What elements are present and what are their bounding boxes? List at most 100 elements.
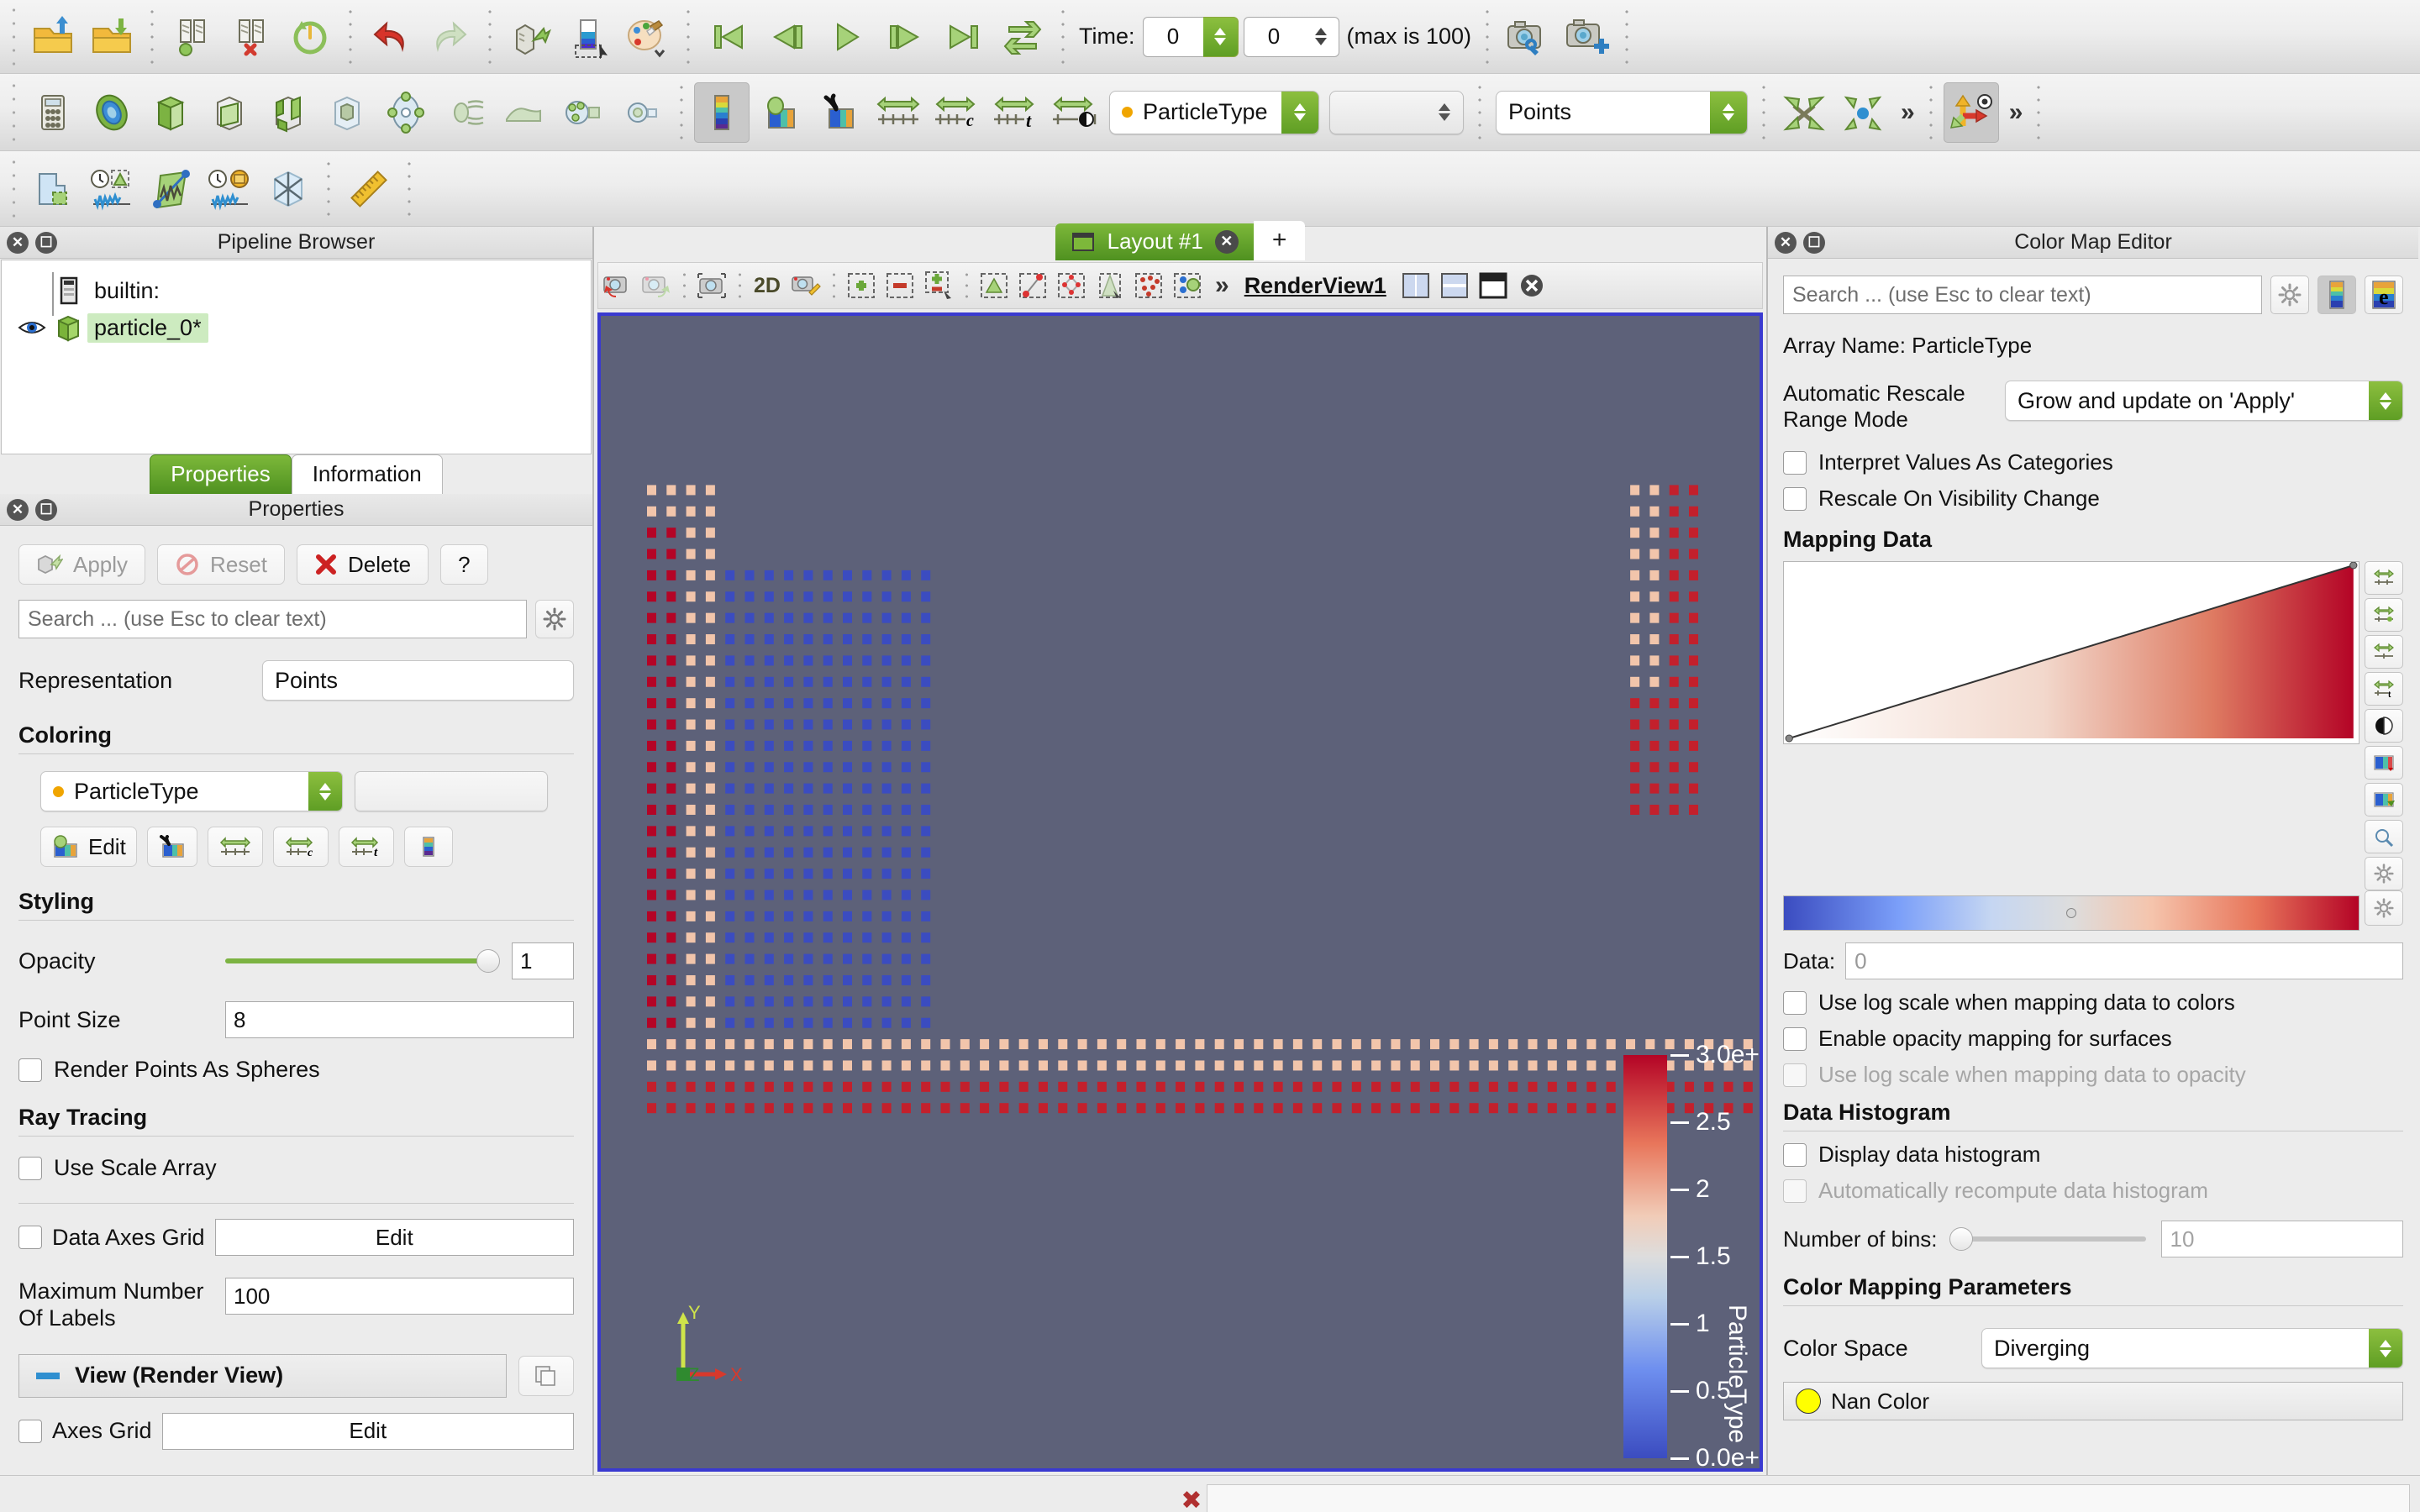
disconnect-server-icon[interactable] bbox=[224, 7, 279, 67]
max-labels-input[interactable]: 100 bbox=[225, 1278, 574, 1315]
rescale-visibility-row[interactable]: Rescale On Visibility Change bbox=[1783, 486, 2403, 512]
interpret-categories-row[interactable]: Interpret Values As Categories bbox=[1783, 449, 2403, 475]
properties-settings-gear-icon[interactable] bbox=[535, 600, 574, 638]
plot-over-time-icon[interactable] bbox=[84, 159, 139, 219]
rescale-visibility-checkbox[interactable] bbox=[1783, 486, 1807, 511]
more-axes-controls-icon[interactable]: » bbox=[2001, 98, 2028, 127]
next-frame-icon[interactable] bbox=[877, 7, 933, 67]
color-strip-handle[interactable] bbox=[2066, 908, 2076, 919]
maximize-icon[interactable] bbox=[1474, 265, 1512, 307]
save-screenshot-icon[interactable] bbox=[1500, 7, 1555, 67]
extract-block-icon[interactable] bbox=[25, 159, 81, 219]
cme-search-input[interactable]: Search ... (use Esc to clear text) bbox=[1783, 276, 2262, 314]
play-icon[interactable] bbox=[818, 7, 874, 67]
calculator-icon[interactable] bbox=[25, 82, 81, 143]
display-histogram-row[interactable]: Display data histogram bbox=[1783, 1142, 2403, 1168]
delete-button[interactable]: Delete bbox=[296, 544, 429, 585]
orientation-axes-widget[interactable]: Y X Z bbox=[668, 1300, 769, 1393]
color-legend-icon[interactable] bbox=[561, 7, 617, 67]
log-scale-colors-checkbox[interactable] bbox=[1783, 990, 1807, 1015]
extract-selection-icon[interactable] bbox=[502, 7, 558, 67]
point-size-input[interactable]: 8 bbox=[225, 1001, 574, 1038]
extract-level-icon[interactable] bbox=[613, 82, 669, 143]
glyph-icon[interactable] bbox=[378, 82, 434, 143]
rescale-visible-eye-icon[interactable] bbox=[1047, 82, 1102, 143]
time-input[interactable] bbox=[1142, 16, 1203, 57]
edit-color-map-button[interactable]: Edit bbox=[40, 827, 137, 867]
tf-rescale-custom-icon[interactable]: t bbox=[2365, 672, 2403, 706]
coloring-array-select[interactable]: ParticleType bbox=[40, 771, 343, 811]
frame-stepper[interactable] bbox=[1303, 16, 1339, 57]
representation-select[interactable]: Points bbox=[262, 660, 574, 701]
tf-reset-range-icon[interactable] bbox=[2365, 820, 2403, 854]
cme-show-color-legend-icon[interactable] bbox=[2317, 276, 2356, 314]
time-spinbox[interactable] bbox=[1142, 16, 1239, 57]
frame-spinbox[interactable] bbox=[1243, 16, 1339, 57]
cme-close-icon[interactable]: ✕ bbox=[1775, 231, 1797, 254]
connect-server-icon[interactable] bbox=[165, 7, 220, 67]
opacity-mapping-checkbox[interactable] bbox=[1783, 1026, 1807, 1051]
group-datasets-icon[interactable] bbox=[555, 82, 610, 143]
redo-icon[interactable] bbox=[422, 7, 477, 67]
frame-input[interactable] bbox=[1243, 16, 1304, 57]
toolbar-grip[interactable] bbox=[8, 160, 19, 218]
color-space-dropdown[interactable] bbox=[2369, 1329, 2402, 1368]
edit-color-palette-icon[interactable] bbox=[620, 7, 676, 67]
strip-settings-gear-icon[interactable] bbox=[2365, 890, 2403, 927]
tf-add-point-icon[interactable] bbox=[2365, 561, 2403, 596]
render-view[interactable]: Y X Z 3.0e+00 2.5 2 1.5 1 0.5 0.0e+00 Particle… bbox=[597, 312, 1763, 1472]
slice-icon[interactable] bbox=[202, 82, 257, 143]
edit-color-map-icon[interactable] bbox=[753, 82, 808, 143]
split-horizontal-icon[interactable] bbox=[1397, 265, 1435, 307]
last-frame-icon[interactable] bbox=[936, 7, 992, 67]
first-frame-icon[interactable] bbox=[701, 7, 756, 67]
display-histogram-checkbox[interactable] bbox=[1783, 1142, 1807, 1167]
toolbar-grip[interactable] bbox=[8, 8, 19, 66]
more-camera-controls-icon[interactable]: » bbox=[1892, 98, 1920, 127]
rescale-visible-button[interactable]: t bbox=[338, 827, 394, 867]
visibility-eye-icon[interactable] bbox=[13, 318, 50, 338]
opacity-mapping-row[interactable]: Enable opacity mapping for surfaces bbox=[1783, 1026, 2403, 1052]
color-space-select[interactable]: Diverging bbox=[1981, 1328, 2403, 1369]
select-points-icon[interactable] bbox=[881, 265, 919, 307]
rescale-over-time-button[interactable]: c bbox=[272, 827, 329, 867]
apply-button[interactable]: Apply bbox=[18, 544, 146, 585]
num-bins-input[interactable]: 10 bbox=[2160, 1221, 2403, 1258]
coloring-array-select-dropdown[interactable] bbox=[308, 772, 342, 811]
reset-button[interactable]: Reset bbox=[157, 544, 285, 585]
center-axes-visibility-icon[interactable] bbox=[1943, 81, 1999, 143]
properties-close-icon[interactable]: ✕ bbox=[7, 498, 29, 521]
rescale-to-custom-range-icon[interactable] bbox=[871, 82, 926, 143]
cme-float-ic on[interactable]: ☐ bbox=[1803, 231, 1825, 254]
pipeline-item-builtin[interactable]: builtin: bbox=[2, 272, 591, 309]
add-camera-icon[interactable] bbox=[1559, 7, 1614, 67]
save-data-icon[interactable] bbox=[84, 7, 139, 67]
axes-icon[interactable] bbox=[260, 159, 316, 219]
extract-subset-icon[interactable] bbox=[319, 82, 375, 143]
axes-grid-edit-button[interactable]: Edit bbox=[161, 1412, 574, 1450]
hover-cells-icon[interactable] bbox=[1129, 265, 1168, 307]
close-view-icon[interactable] bbox=[1512, 265, 1551, 307]
color-opacity-strip[interactable] bbox=[1783, 895, 2360, 932]
help-button[interactable]: ? bbox=[440, 544, 488, 585]
nan-color-row[interactable]: Nan Color bbox=[1783, 1382, 2403, 1421]
threshold-icon[interactable] bbox=[260, 82, 316, 143]
tf-remove-point-icon[interactable] bbox=[2365, 598, 2403, 633]
nan-color-swatch[interactable] bbox=[1796, 1389, 1821, 1415]
data-axes-grid-edit-button[interactable]: Edit bbox=[214, 1219, 574, 1256]
num-bins-knob[interactable] bbox=[1949, 1227, 1973, 1252]
toggle-color-legend-button[interactable] bbox=[403, 827, 453, 867]
interpret-categories-checkbox[interactable] bbox=[1783, 450, 1807, 475]
component-combo[interactable] bbox=[1329, 90, 1464, 134]
camera-icon[interactable] bbox=[692, 265, 731, 307]
open-file-icon[interactable] bbox=[25, 7, 81, 67]
plot-over-line-icon[interactable] bbox=[143, 159, 198, 219]
pipeline-item-particle[interactable]: particle_0* bbox=[2, 309, 591, 346]
rescale-to-data-range-icon[interactable] bbox=[812, 82, 867, 143]
ruler-icon[interactable] bbox=[341, 159, 397, 219]
cme-edit-legend-icon[interactable]: e bbox=[2365, 276, 2403, 314]
tf-save-preset-icon[interactable] bbox=[2365, 783, 2403, 817]
representation-combo[interactable]: Points bbox=[1496, 90, 1748, 134]
rescale-mode-dropdown[interactable] bbox=[2369, 381, 2402, 420]
warp-icon[interactable] bbox=[496, 82, 551, 143]
